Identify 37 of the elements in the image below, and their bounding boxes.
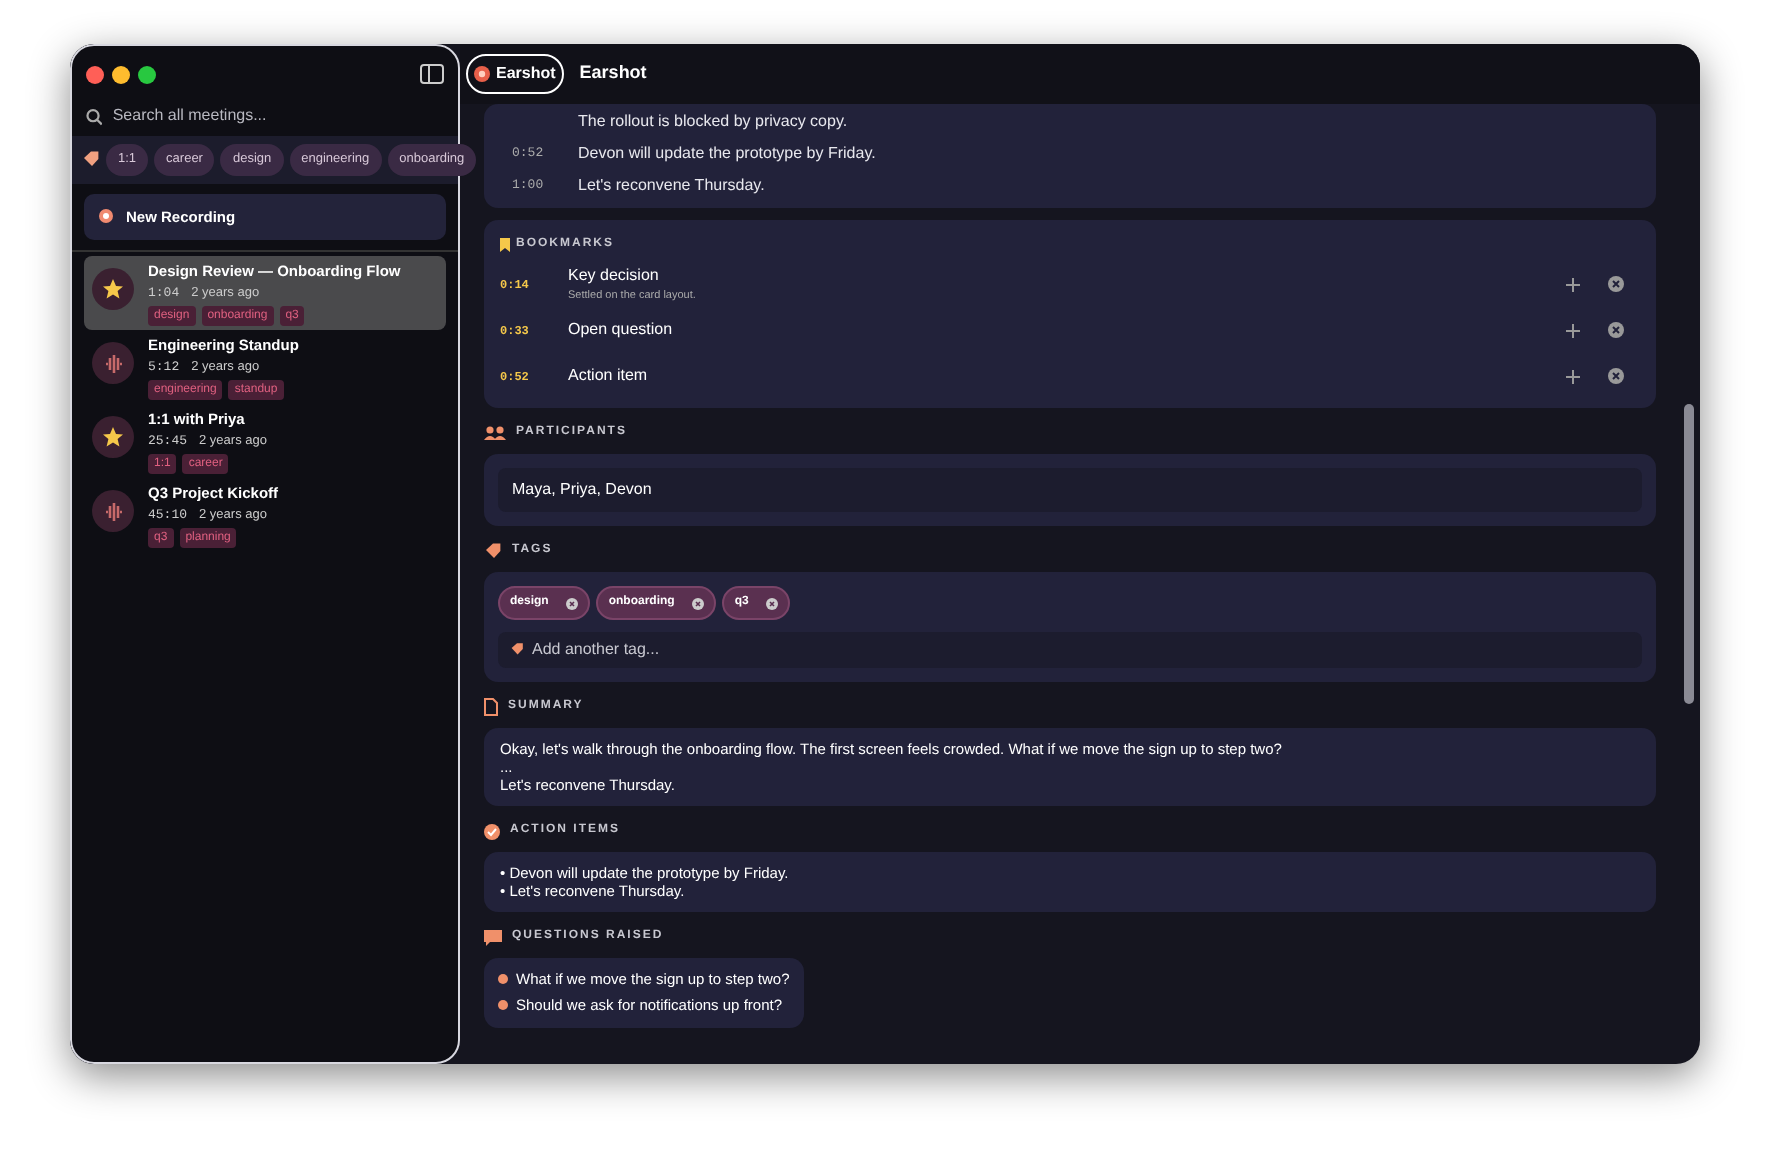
bullet-icon <box>498 1000 508 1011</box>
remove-icon <box>766 597 779 609</box>
waveform-icon <box>103 353 123 373</box>
remove-icon <box>692 597 705 609</box>
app-logo-icon <box>474 66 490 82</box>
record-icon <box>98 208 114 225</box>
tag-icon <box>484 542 502 560</box>
transcript-line: Devon will update the prototype by Friday. <box>578 142 876 166</box>
remove-icon <box>1608 276 1624 292</box>
remove-icon <box>1608 322 1624 338</box>
bookmark-label: Key decision <box>568 263 661 288</box>
plus-icon <box>1566 277 1580 291</box>
sidebar-toggle-icon <box>420 64 444 84</box>
speech-bubble-icon <box>484 929 502 945</box>
window-title: Earshot <box>579 60 647 87</box>
waveform-icon <box>103 501 123 521</box>
remove-icon <box>1608 368 1624 384</box>
search-field[interactable]: Search all meetings... <box>112 104 444 128</box>
plus-icon <box>1566 323 1580 337</box>
people-icon <box>484 426 506 440</box>
transcript-line: The rollout is blocked by privacy copy. <box>578 110 848 134</box>
app-button[interactable]: Earshot <box>466 54 564 94</box>
search-icon <box>86 107 103 125</box>
bullet-icon <box>498 974 508 985</box>
document-icon <box>484 698 498 716</box>
plus-icon <box>1566 369 1580 383</box>
scrollbar[interactable] <box>1684 404 1694 704</box>
tag-input-field[interactable]: Add another tag... <box>498 632 1642 668</box>
tag-icon <box>82 150 100 169</box>
bookmark-label: Open question <box>568 318 675 342</box>
bookmark-label: Action item <box>568 364 650 388</box>
bookmark-icon <box>500 238 510 252</box>
remove-icon <box>566 597 579 609</box>
tag-icon <box>510 642 524 656</box>
check-circle-icon <box>484 823 500 839</box>
transcript-line: Let's reconvene Thursday. <box>578 174 765 198</box>
participants-field[interactable]: Maya, Priya, Devon <box>498 468 1642 512</box>
